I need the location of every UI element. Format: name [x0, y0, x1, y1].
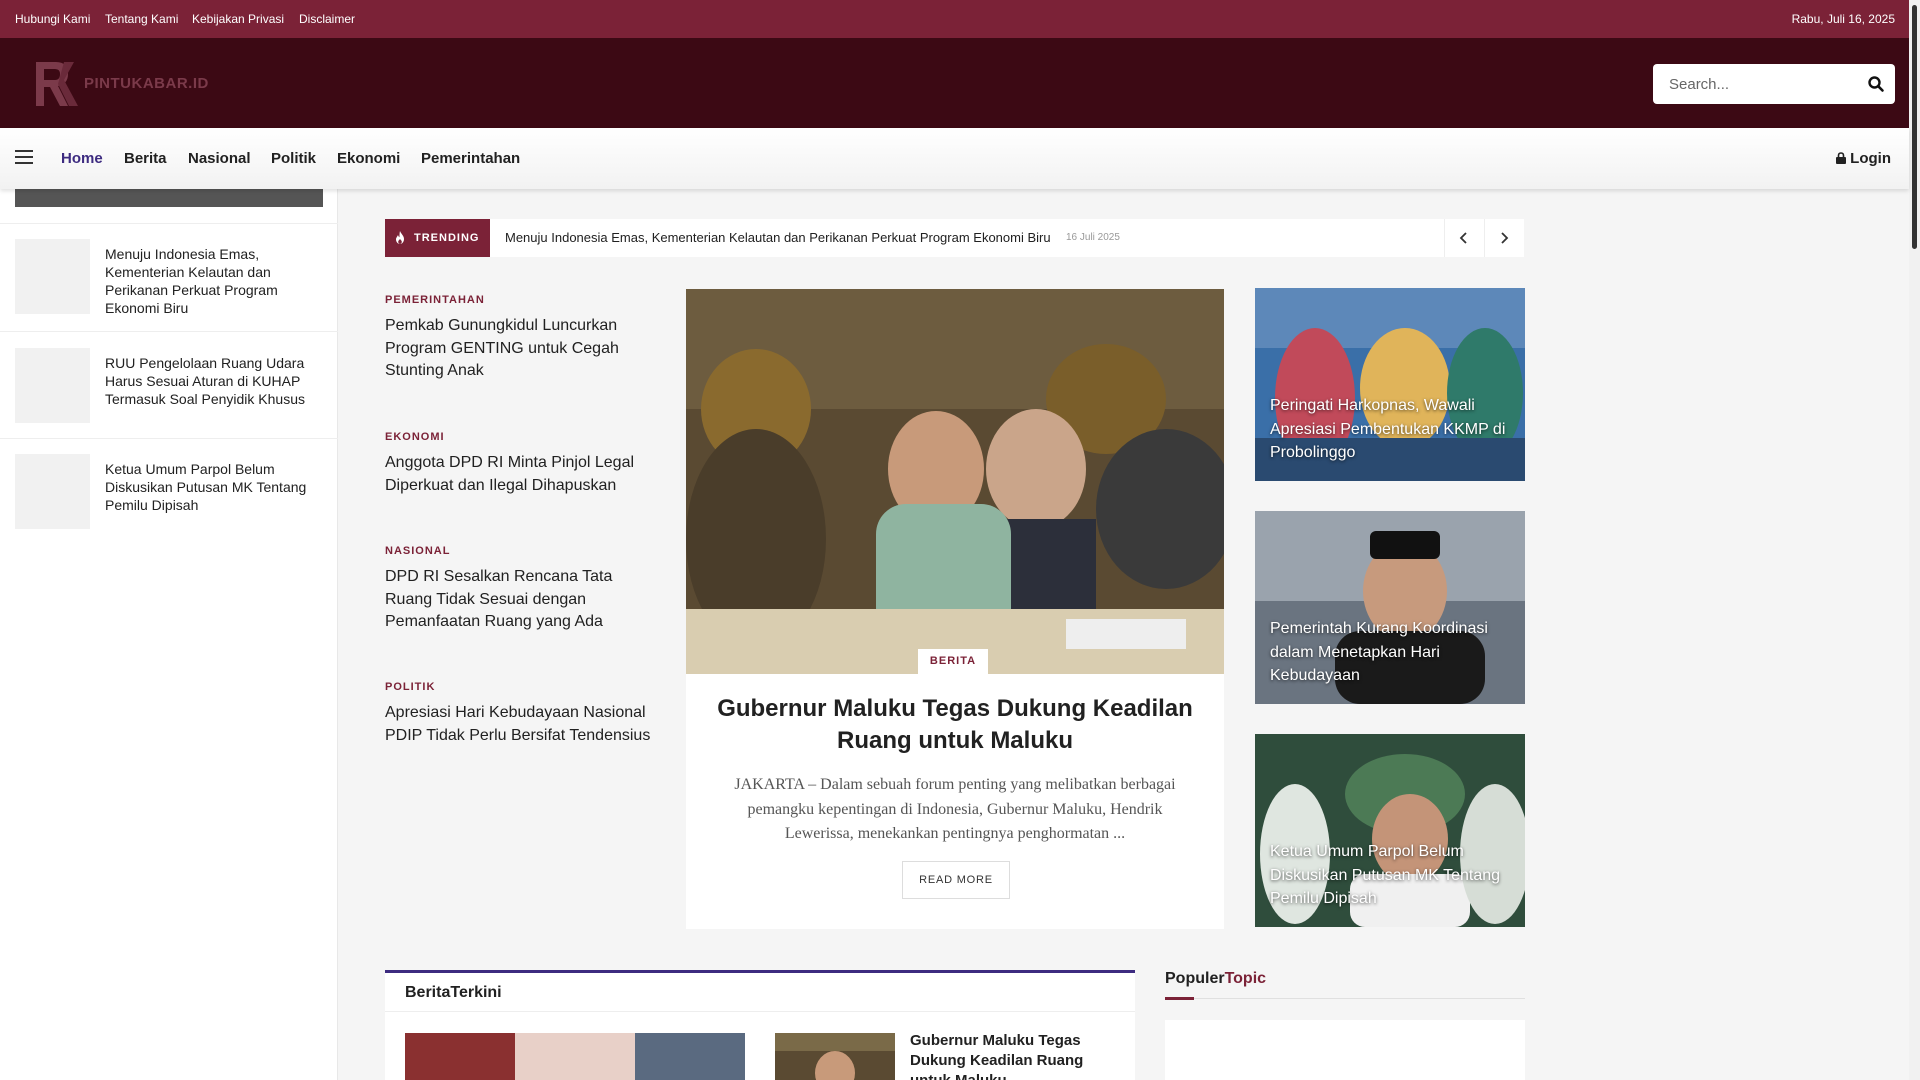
fire-icon — [396, 231, 404, 244]
logo-text: PINTUKABAR.ID — [84, 75, 209, 92]
nav-item-nasional[interactable]: Nasional — [188, 150, 251, 167]
featured-image[interactable] — [686, 289, 1224, 674]
news-headline[interactable]: Apresiasi Hari Kebudayaan Nasional PDIP … — [385, 702, 660, 747]
trending-label-text: TRENDING — [414, 232, 480, 244]
featured-excerpt: JAKARTA – Dalam sebuah forum penting yan… — [734, 776, 1176, 842]
news-headline[interactable]: Anggota DPD RI Minta Pinjol Legal Diperk… — [385, 452, 660, 497]
card-title[interactable]: Ketua Umum Parpol Belum Diskusikan Putus… — [1270, 840, 1515, 911]
search-icon[interactable] — [1867, 75, 1885, 93]
heading-part-topic: Topic — [1224, 970, 1267, 987]
side-item-title[interactable]: Ketua Umum Parpol Belum Diskusikan Putus… — [105, 460, 315, 514]
login-button[interactable]: Login — [1836, 150, 1891, 167]
nav-item-berita[interactable]: Berita — [124, 150, 167, 167]
divider — [1165, 998, 1525, 999]
nav-item-ekonomi[interactable]: Ekonomi — [337, 150, 400, 167]
trending-title[interactable]: Menuju Indonesia Emas, Kementerian Kelau… — [505, 230, 1051, 245]
berita-terkini-section: BeritaTerkini Gubernur Maluku Tegas Duku… — [385, 970, 1135, 1080]
category-label[interactable]: PEMERINTAHAN — [385, 294, 485, 306]
side-item-thumbnail — [15, 239, 90, 314]
page-scrollbar[interactable] — [1909, 0, 1920, 1080]
featured-title[interactable]: Gubernur Maluku Tegas Dukung Keadilan Ru… — [716, 693, 1194, 757]
top-date: Rabu, Juli 16, 2025 — [1791, 12, 1895, 26]
search-box — [1653, 64, 1895, 104]
nav-item-home[interactable]: Home — [61, 150, 103, 167]
news-card[interactable]: Pemerintah Kurang Koordinasi dalam Menet… — [1255, 511, 1525, 704]
login-label: Login — [1850, 150, 1891, 167]
section-heading: PopulerTopic — [1165, 970, 1266, 988]
berita-thumbnail[interactable] — [775, 1033, 895, 1080]
lock-icon — [1836, 152, 1847, 164]
link-disclaimer[interactable]: Disclaimer — [299, 12, 355, 26]
chevron-left-icon — [1459, 232, 1467, 244]
category-label[interactable]: EKONOMI — [385, 431, 445, 443]
divider — [0, 438, 338, 439]
berita-item-title[interactable]: Gubernur Maluku Tegas Dukung Keadilan Ru… — [910, 1031, 1110, 1080]
news-card[interactable]: Peringati Harkopnas, Wawali Apresiasi Pe… — [1255, 288, 1525, 481]
featured-category-badge[interactable]: BERITA — [918, 649, 988, 674]
scrollbar-thumb[interactable] — [1912, 5, 1917, 249]
nav-item-pemerintahan[interactable]: Pemerintahan — [421, 150, 520, 167]
trending-prev-button[interactable] — [1444, 219, 1484, 257]
trending-date: 16 Juli 2025 — [1066, 232, 1120, 243]
card-title[interactable]: Pemerintah Kurang Koordinasi dalam Menet… — [1270, 617, 1515, 688]
chevron-right-icon — [1501, 232, 1509, 244]
side-panel: Menuju Indonesia Emas, Kementerian Kelau… — [0, 189, 338, 1080]
heading-part-populer: Populer — [1165, 970, 1225, 987]
main-nav: Home Berita Nasional Politik Ekonomi Pem… — [0, 128, 1909, 189]
side-item-thumbnail — [15, 348, 90, 423]
divider — [0, 223, 338, 224]
heading-accent — [1165, 997, 1194, 1000]
berita-image[interactable] — [405, 1033, 745, 1080]
news-headline[interactable]: DPD RI Sesalkan Rencana Tata Ruang Tidak… — [385, 566, 660, 634]
category-label[interactable]: NASIONAL — [385, 545, 450, 557]
trending-next-button[interactable] — [1484, 219, 1524, 257]
top-bar: Hubungi Kami Tentang Kami Kebijakan Priv… — [0, 0, 1909, 38]
read-more-button[interactable]: READ MORE — [902, 861, 1010, 899]
news-card[interactable]: Ketua Umum Parpol Belum Diskusikan Putus… — [1255, 734, 1525, 927]
divider — [385, 1011, 1135, 1012]
divider — [0, 331, 338, 332]
link-hubungi-kami[interactable]: Hubungi Kami — [15, 12, 90, 26]
logo-mark-icon — [36, 62, 78, 106]
section-heading: BeritaTerkini — [405, 984, 502, 1001]
populer-topic-box — [1165, 1020, 1525, 1080]
side-panel-header — [15, 189, 323, 207]
news-headline[interactable]: Pemkab Gunungkidul Luncurkan Program GEN… — [385, 315, 660, 383]
category-label[interactable]: POLITIK — [385, 681, 435, 693]
search-input[interactable] — [1653, 64, 1853, 104]
card-title[interactable]: Peringati Harkopnas, Wawali Apresiasi Pe… — [1270, 394, 1515, 465]
site-logo[interactable]: PINTUKABAR.ID — [34, 60, 224, 106]
link-tentang-kami[interactable]: Tentang Kami — [105, 12, 178, 26]
side-item-title[interactable]: Menuju Indonesia Emas, Kementerian Kelau… — [105, 245, 315, 317]
link-kebijakan-privasi[interactable]: Kebijakan Privasi — [192, 12, 284, 26]
featured-article: BERITA Gubernur Maluku Tegas Dukung Kead… — [686, 289, 1224, 929]
nav-item-politik[interactable]: Politik — [271, 150, 316, 167]
menu-icon[interactable] — [15, 150, 33, 164]
site-header: PINTUKABAR.ID — [0, 38, 1909, 128]
side-item-thumbnail — [15, 454, 90, 529]
trending-label: TRENDING — [385, 219, 490, 257]
side-item-title[interactable]: RUU Pengelolaan Ruang Udara Harus Sesuai… — [105, 354, 315, 408]
trending-bar: TRENDING Menuju Indonesia Emas, Kementer… — [385, 219, 1524, 257]
